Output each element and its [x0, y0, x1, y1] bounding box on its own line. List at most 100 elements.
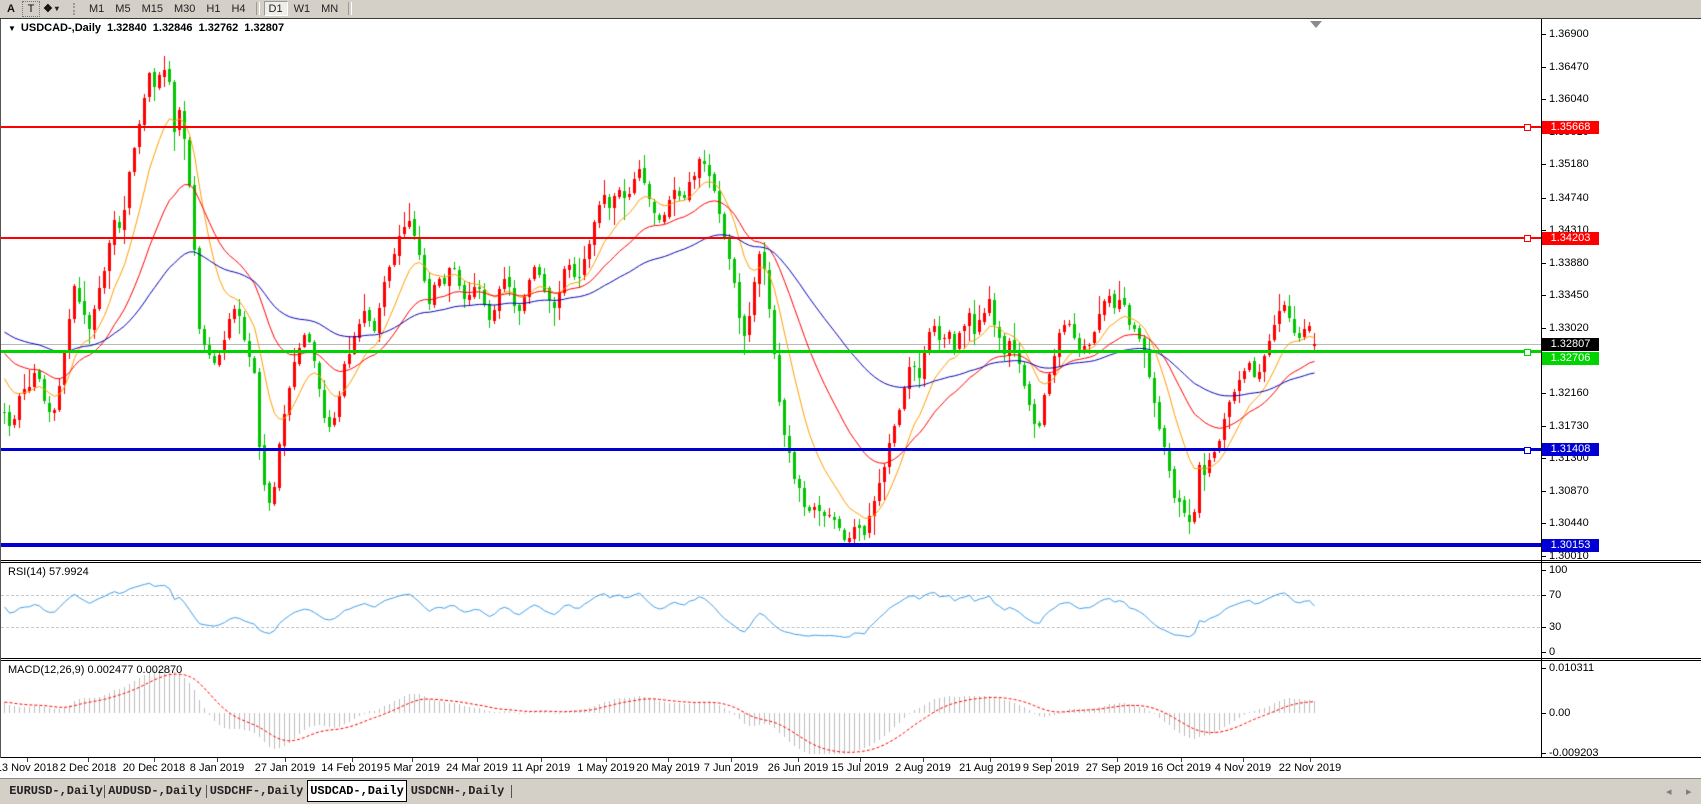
price-tick [1541, 393, 1546, 394]
macd-tick-label: 0.010311 [1549, 662, 1594, 674]
panel-separator [0, 562, 1701, 563]
rsi-tick-label: 30 [1549, 621, 1561, 633]
price-tick [1541, 99, 1546, 100]
ohlc-close: 1.32807 [244, 22, 284, 34]
date-label: 1 May 2019 [577, 762, 634, 774]
macd-tick [1541, 713, 1546, 714]
symbol-tab-audusd[interactable]: AUDUSD-,Daily [107, 783, 203, 800]
text-tool-button[interactable]: T [22, 1, 40, 17]
timeframe-button-group: M1M5M15M30H1H4 D1W1MN [84, 0, 356, 17]
price-tick-label: 1.30440 [1549, 517, 1589, 529]
price-tick [1541, 263, 1546, 264]
panel-separator [0, 658, 1701, 659]
timeframe-button-w1[interactable]: W1 [289, 2, 316, 16]
window-top-border [0, 18, 1701, 19]
price-tick [1541, 328, 1546, 329]
date-label: 26 Jun 2019 [768, 762, 829, 774]
timeframe-button-d1[interactable]: D1 [264, 1, 288, 16]
price-tick [1541, 67, 1546, 68]
macd-indicator-label: MACD(12,26,9) 0.002477 0.002870 [8, 664, 182, 676]
arrow-objects-icon: ❖ [43, 2, 53, 15]
toolbar-separator [348, 2, 352, 15]
date-label: 21 Aug 2019 [959, 762, 1021, 774]
hline-support-lower[interactable] [0, 543, 1541, 547]
price-tick-label: 1.33450 [1549, 289, 1589, 301]
hline-support-upper[interactable] [0, 448, 1541, 451]
date-label: 24 Mar 2019 [446, 762, 508, 774]
date-label: 27 Sep 2019 [1086, 762, 1148, 774]
symbol-dropdown-icon[interactable]: ▼ [8, 24, 16, 33]
tab-separator [104, 785, 105, 798]
hline-price-label-resistance-lower: 1.34203 [1542, 232, 1599, 245]
ohlc-high: 1.32846 [153, 22, 193, 34]
date-label: 20 May 2019 [636, 762, 700, 774]
hline-price-label-support-upper: 1.31408 [1542, 443, 1599, 456]
date-label: 16 Oct 2019 [1151, 762, 1211, 774]
price-tick [1541, 198, 1546, 199]
timeframe-button-m5[interactable]: M5 [110, 2, 135, 16]
tab-scroll-right-icon[interactable]: ▸ [1686, 785, 1692, 798]
price-tick [1541, 491, 1546, 492]
timeframe-button-h4[interactable]: H4 [226, 2, 250, 16]
timeframe-button-m1[interactable]: M1 [84, 2, 109, 16]
price-tick [1541, 34, 1546, 35]
price-tick [1541, 556, 1546, 557]
tab-scroll-left-icon[interactable]: ◂ [1666, 785, 1672, 798]
panel-separator [0, 560, 1701, 561]
timeframe-button-m15[interactable]: M15 [137, 2, 168, 16]
rsi-tick [1541, 595, 1546, 596]
toolbar-grip[interactable] [73, 3, 78, 15]
timeframe-button-mn[interactable]: MN [316, 2, 343, 16]
price-tick [1541, 164, 1546, 165]
date-label: 2 Dec 2018 [60, 762, 116, 774]
mt4-terminal: { "toolbar": { "tool_a": "A", "tool_text… [0, 0, 1701, 803]
hline-handle-resistance-upper[interactable] [1524, 124, 1531, 131]
tab-separator [511, 785, 512, 798]
date-label: 9 Sep 2019 [1023, 762, 1079, 774]
hline-pivot-green[interactable] [0, 350, 1541, 353]
rsi-tick [1541, 627, 1546, 628]
price-tick [1541, 230, 1546, 231]
hline-handle-pivot-green[interactable] [1524, 349, 1531, 356]
hline-handle-resistance-lower[interactable] [1524, 235, 1531, 242]
price-tick-label: 1.36470 [1549, 61, 1589, 73]
chart-shift-marker[interactable] [1310, 21, 1322, 28]
rsi-tick [1541, 570, 1546, 571]
window-left-border [0, 19, 1, 758]
ohlc-open: 1.32840 [107, 22, 147, 34]
chevron-down-icon: ▾ [55, 4, 59, 13]
toolbar-separator [256, 2, 260, 15]
timeframe-button-m30[interactable]: M30 [169, 2, 200, 16]
symbol-tab-eurusd[interactable]: EURUSD-,Daily [8, 783, 104, 800]
symbol-tab-usdchf[interactable]: USDCHF-,Daily [209, 783, 304, 800]
date-label: 2 Aug 2019 [895, 762, 951, 774]
date-label: 15 Jul 2019 [832, 762, 889, 774]
hline-resistance-lower[interactable] [0, 237, 1541, 239]
date-label: 13 Nov 2018 [0, 762, 58, 774]
price-tick [1541, 523, 1546, 524]
hline-price-label-support-lower: 1.30153 [1542, 539, 1599, 552]
date-label: 7 Jun 2019 [704, 762, 758, 774]
price-tick [1541, 426, 1546, 427]
price-tick-label: 1.31730 [1549, 420, 1589, 432]
rsi-tick [1541, 652, 1546, 653]
date-label: 5 Mar 2019 [384, 762, 440, 774]
rsi-indicator-label: RSI(14) 57.9924 [8, 566, 89, 578]
price-tick-label: 1.36040 [1549, 93, 1589, 105]
hline-handle-support-upper[interactable] [1524, 447, 1531, 454]
date-label: 11 Apr 2019 [512, 762, 571, 774]
letter-a-tool-button[interactable]: A [3, 2, 19, 16]
toolbar: A T ❖ ▾ M1M5M15M30H1H4 D1W1MN [0, 0, 1701, 17]
arrow-objects-dropdown[interactable]: ❖ ▾ [43, 2, 59, 16]
timeframe-button-h1[interactable]: H1 [201, 2, 225, 16]
macd-tick-label: 0.00 [1549, 707, 1570, 719]
symbol-tab-usdcnh[interactable]: USDCNH-,Daily [409, 783, 506, 800]
date-label: 14 Feb 2019 [321, 762, 383, 774]
hline-resistance-upper[interactable] [0, 126, 1541, 128]
panel-separator [0, 660, 1701, 661]
symbol-tab-usdcad[interactable]: USDCAD-,Daily [307, 780, 407, 802]
ohlc-low: 1.32762 [199, 22, 239, 34]
price-chart-canvas[interactable] [0, 0, 1701, 803]
date-label: 20 Dec 2018 [123, 762, 185, 774]
price-tick-label: 1.33020 [1549, 322, 1589, 334]
